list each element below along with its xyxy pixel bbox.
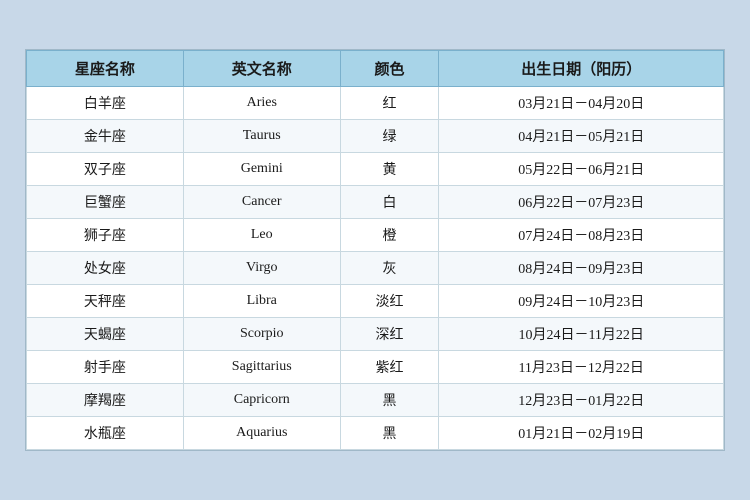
- cell-chinese-name: 白羊座: [27, 87, 184, 120]
- cell-color: 黑: [340, 417, 439, 450]
- cell-dates: 03月21日－04月20日: [439, 87, 724, 120]
- cell-chinese-name: 处女座: [27, 252, 184, 285]
- cell-color: 白: [340, 186, 439, 219]
- cell-english-name: Virgo: [183, 252, 340, 285]
- cell-color: 橙: [340, 219, 439, 252]
- header-english-name: 英文名称: [183, 51, 340, 87]
- cell-color: 深红: [340, 318, 439, 351]
- cell-dates: 07月24日－08月23日: [439, 219, 724, 252]
- header-color: 颜色: [340, 51, 439, 87]
- cell-color: 绿: [340, 120, 439, 153]
- table-row: 巨蟹座Cancer白06月22日－07月23日: [27, 186, 724, 219]
- table-header-row: 星座名称 英文名称 颜色 出生日期（阳历）: [27, 51, 724, 87]
- cell-english-name: Taurus: [183, 120, 340, 153]
- table-row: 金牛座Taurus绿04月21日－05月21日: [27, 120, 724, 153]
- table-row: 摩羯座Capricorn黑12月23日－01月22日: [27, 384, 724, 417]
- table-row: 狮子座Leo橙07月24日－08月23日: [27, 219, 724, 252]
- cell-english-name: Gemini: [183, 153, 340, 186]
- cell-english-name: Libra: [183, 285, 340, 318]
- cell-chinese-name: 双子座: [27, 153, 184, 186]
- cell-english-name: Leo: [183, 219, 340, 252]
- header-chinese-name: 星座名称: [27, 51, 184, 87]
- table-row: 双子座Gemini黄05月22日－06月21日: [27, 153, 724, 186]
- cell-english-name: Capricorn: [183, 384, 340, 417]
- cell-dates: 12月23日－01月22日: [439, 384, 724, 417]
- cell-chinese-name: 巨蟹座: [27, 186, 184, 219]
- cell-chinese-name: 狮子座: [27, 219, 184, 252]
- table-row: 水瓶座Aquarius黑01月21日－02月19日: [27, 417, 724, 450]
- cell-chinese-name: 金牛座: [27, 120, 184, 153]
- cell-chinese-name: 射手座: [27, 351, 184, 384]
- table-row: 射手座Sagittarius紫红11月23日－12月22日: [27, 351, 724, 384]
- table-row: 天秤座Libra淡红09月24日－10月23日: [27, 285, 724, 318]
- cell-english-name: Sagittarius: [183, 351, 340, 384]
- cell-dates: 01月21日－02月19日: [439, 417, 724, 450]
- cell-color: 黄: [340, 153, 439, 186]
- cell-english-name: Cancer: [183, 186, 340, 219]
- cell-chinese-name: 摩羯座: [27, 384, 184, 417]
- cell-chinese-name: 天蝎座: [27, 318, 184, 351]
- zodiac-table-container: 星座名称 英文名称 颜色 出生日期（阳历） 白羊座Aries红03月21日－04…: [25, 49, 725, 451]
- cell-color: 淡红: [340, 285, 439, 318]
- cell-chinese-name: 天秤座: [27, 285, 184, 318]
- table-row: 白羊座Aries红03月21日－04月20日: [27, 87, 724, 120]
- table-body: 白羊座Aries红03月21日－04月20日金牛座Taurus绿04月21日－0…: [27, 87, 724, 450]
- cell-dates: 05月22日－06月21日: [439, 153, 724, 186]
- cell-color: 灰: [340, 252, 439, 285]
- cell-dates: 08月24日－09月23日: [439, 252, 724, 285]
- cell-english-name: Scorpio: [183, 318, 340, 351]
- cell-color: 黑: [340, 384, 439, 417]
- cell-dates: 09月24日－10月23日: [439, 285, 724, 318]
- cell-english-name: Aquarius: [183, 417, 340, 450]
- cell-dates: 11月23日－12月22日: [439, 351, 724, 384]
- zodiac-table: 星座名称 英文名称 颜色 出生日期（阳历） 白羊座Aries红03月21日－04…: [26, 50, 724, 450]
- table-row: 处女座Virgo灰08月24日－09月23日: [27, 252, 724, 285]
- cell-dates: 06月22日－07月23日: [439, 186, 724, 219]
- cell-english-name: Aries: [183, 87, 340, 120]
- header-dates: 出生日期（阳历）: [439, 51, 724, 87]
- cell-dates: 04月21日－05月21日: [439, 120, 724, 153]
- cell-color: 紫红: [340, 351, 439, 384]
- cell-dates: 10月24日－11月22日: [439, 318, 724, 351]
- table-row: 天蝎座Scorpio深红10月24日－11月22日: [27, 318, 724, 351]
- cell-chinese-name: 水瓶座: [27, 417, 184, 450]
- cell-color: 红: [340, 87, 439, 120]
